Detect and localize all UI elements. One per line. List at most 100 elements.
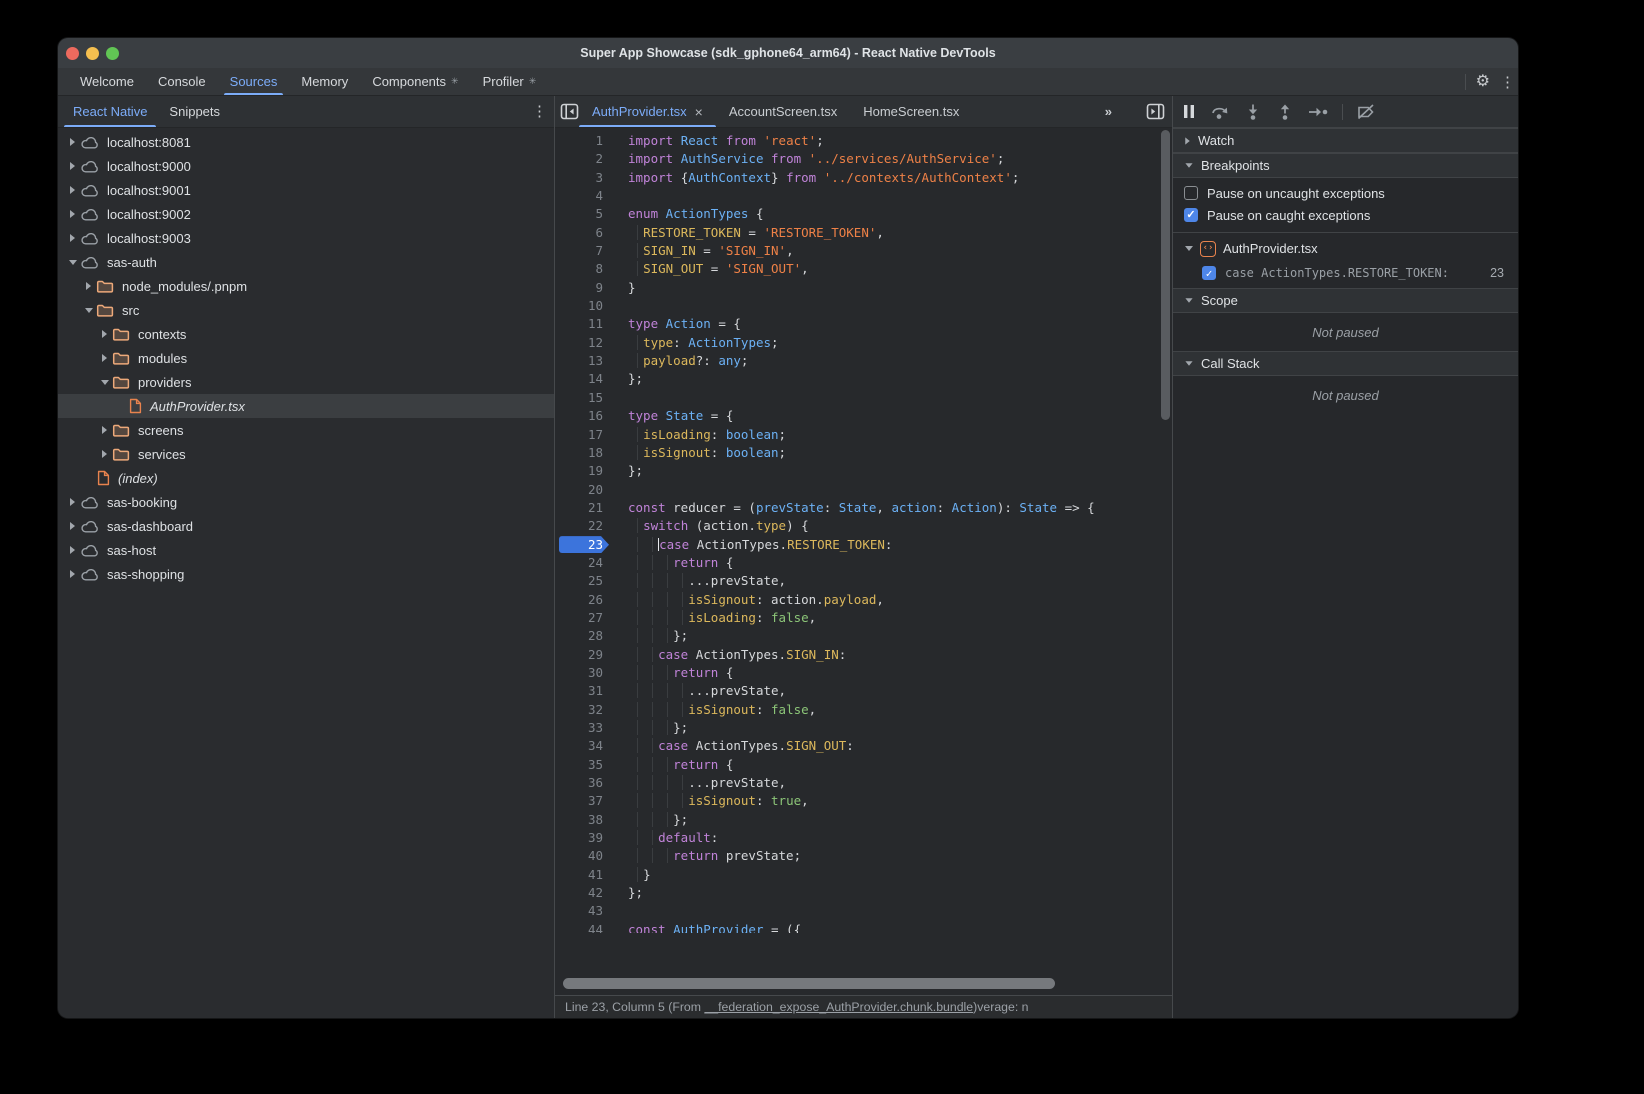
code-line[interactable]: 5enum ActionTypes { (555, 205, 1172, 223)
line-number[interactable]: 19 (555, 462, 611, 480)
tree-item-localhost-9002[interactable]: localhost:9002 (58, 202, 554, 226)
step-over-button[interactable] (1210, 104, 1230, 120)
line-number[interactable]: 9 (555, 279, 611, 297)
code-line[interactable]: 13 payload?: any; (555, 352, 1172, 370)
main-tab-memory[interactable]: Memory (289, 68, 360, 95)
expander-right-icon[interactable] (82, 282, 95, 290)
line-number[interactable]: 29 (555, 646, 611, 664)
code-line[interactable]: 39 default: (555, 829, 1172, 847)
sidebar-kebab-icon[interactable]: ⋮ (532, 104, 542, 119)
code-line[interactable]: 28 }; (555, 627, 1172, 645)
code-line[interactable]: 16type State = { (555, 407, 1172, 425)
editor-tab-accountscreen.tsx[interactable]: AccountScreen.tsx (716, 96, 850, 127)
line-number[interactable]: 7 (555, 242, 611, 260)
line-number[interactable]: 40 (555, 847, 611, 865)
deactivate-breakpoints-button[interactable] (1356, 104, 1376, 120)
line-number[interactable]: 28 (555, 627, 611, 645)
code-line[interactable]: 10 (555, 297, 1172, 315)
pause-on-uncaught-checkbox[interactable] (1184, 186, 1198, 200)
code-line[interactable]: 4 (555, 187, 1172, 205)
tab-react-native[interactable]: React Native (62, 96, 158, 127)
editor-horizontal-scrollbar[interactable] (563, 978, 1055, 989)
line-number[interactable]: 33 (555, 719, 611, 737)
code-line[interactable]: 8 SIGN_OUT = 'SIGN_OUT', (555, 260, 1172, 278)
section-breakpoints[interactable]: Breakpoints (1173, 153, 1518, 178)
main-tab-components[interactable]: Components✳ (360, 68, 470, 95)
tree-item-src[interactable]: src (58, 298, 554, 322)
tree-item-sas-booking[interactable]: sas-booking (58, 490, 554, 514)
line-number[interactable]: 12 (555, 334, 611, 352)
tree-item-providers[interactable]: providers (58, 370, 554, 394)
code-line[interactable]: 29 case ActionTypes.SIGN_IN: (555, 646, 1172, 664)
code-line[interactable]: 33 }; (555, 719, 1172, 737)
code-line[interactable]: 37 isSignout: true, (555, 792, 1172, 810)
line-number[interactable]: 11 (555, 315, 611, 333)
line-number[interactable]: 8 (555, 260, 611, 278)
code-editor[interactable]: 1import React from 'react';2import AuthS… (555, 128, 1172, 933)
tree-item-contexts[interactable]: contexts (58, 322, 554, 346)
code-line[interactable]: 44const AuthProvider = ({ (555, 921, 1172, 933)
line-number[interactable]: 27 (555, 609, 611, 627)
expander-down-icon[interactable] (66, 260, 79, 265)
editor-tab-homescreen.tsx[interactable]: HomeScreen.tsx (850, 96, 972, 127)
step-out-button[interactable] (1276, 104, 1294, 120)
code-line[interactable]: 6 RESTORE_TOKEN = 'RESTORE_TOKEN', (555, 224, 1172, 242)
line-number[interactable]: 15 (555, 389, 611, 407)
tree-item--index-[interactable]: (index) (58, 466, 554, 490)
tree-item-modules[interactable]: modules (58, 346, 554, 370)
breakpoint-file-group[interactable]: ‹› AuthProvider.tsx (1173, 236, 1518, 261)
tree-item-localhost-9001[interactable]: localhost:9001 (58, 178, 554, 202)
close-tab-icon[interactable]: × (695, 104, 703, 120)
code-line[interactable]: 34 case ActionTypes.SIGN_OUT: (555, 737, 1172, 755)
tree-item-localhost-8081[interactable]: localhost:8081 (58, 130, 554, 154)
line-number[interactable]: 43 (555, 902, 611, 920)
line-number[interactable]: 5 (555, 205, 611, 223)
section-watch[interactable]: Watch (1173, 128, 1518, 153)
tree-item-authprovider-tsx[interactable]: AuthProvider.tsx (58, 394, 554, 418)
expander-right-icon[interactable] (66, 570, 79, 578)
code-line[interactable]: 38 }; (555, 811, 1172, 829)
main-tab-console[interactable]: Console (146, 68, 218, 95)
code-line[interactable]: 11type Action = { (555, 315, 1172, 333)
code-line[interactable]: 18 isSignout: boolean; (555, 444, 1172, 462)
expander-right-icon[interactable] (66, 522, 79, 530)
expander-right-icon[interactable] (98, 354, 111, 362)
line-number[interactable]: 3 (555, 169, 611, 187)
step-into-button[interactable] (1244, 104, 1262, 120)
line-number[interactable]: 16 (555, 407, 611, 425)
tree-item-sas-shopping[interactable]: sas-shopping (58, 562, 554, 586)
line-number[interactable]: 14 (555, 370, 611, 388)
line-number[interactable]: 6 (555, 224, 611, 242)
line-number[interactable]: 34 (555, 737, 611, 755)
line-number[interactable]: 39 (555, 829, 611, 847)
pause-on-caught-row[interactable]: Pause on caught exceptions (1173, 204, 1518, 226)
code-line[interactable]: 3import {AuthContext} from '../contexts/… (555, 169, 1172, 187)
settings-gear-icon[interactable]: ⚙ (1476, 74, 1490, 90)
expander-right-icon[interactable] (66, 162, 79, 170)
tree-item-localhost-9000[interactable]: localhost:9000 (58, 154, 554, 178)
line-number[interactable]: 17 (555, 426, 611, 444)
line-number[interactable]: 41 (555, 866, 611, 884)
code-line[interactable]: 36 ...prevState, (555, 774, 1172, 792)
code-line[interactable]: 43 (555, 902, 1172, 920)
code-line[interactable]: 31 ...prevState, (555, 682, 1172, 700)
code-line[interactable]: 25 ...prevState, (555, 572, 1172, 590)
line-number[interactable]: 21 (555, 499, 611, 517)
tree-item-screens[interactable]: screens (58, 418, 554, 442)
pause-on-uncaught-row[interactable]: Pause on uncaught exceptions (1173, 182, 1518, 204)
expander-down-icon[interactable] (82, 308, 95, 313)
expander-right-icon[interactable] (98, 330, 111, 338)
editor-vertical-scrollbar[interactable] (1161, 130, 1170, 420)
line-number[interactable]: 22 (555, 517, 611, 535)
line-number[interactable]: 20 (555, 481, 611, 499)
code-line[interactable]: 30 return { (555, 664, 1172, 682)
line-number[interactable]: 25 (555, 572, 611, 590)
expander-right-icon[interactable] (66, 234, 79, 242)
line-number[interactable]: 44 (555, 921, 611, 933)
code-line[interactable]: 22 switch (action.type) { (555, 517, 1172, 535)
main-tab-sources[interactable]: Sources (218, 68, 290, 95)
breakpoint-entry[interactable]: case ActionTypes.RESTORE_TOKEN: 23 (1173, 261, 1518, 285)
expander-right-icon[interactable] (66, 210, 79, 218)
toggle-debugger-panel-icon[interactable] (1146, 103, 1165, 120)
code-line[interactable]: 12 type: ActionTypes; (555, 334, 1172, 352)
